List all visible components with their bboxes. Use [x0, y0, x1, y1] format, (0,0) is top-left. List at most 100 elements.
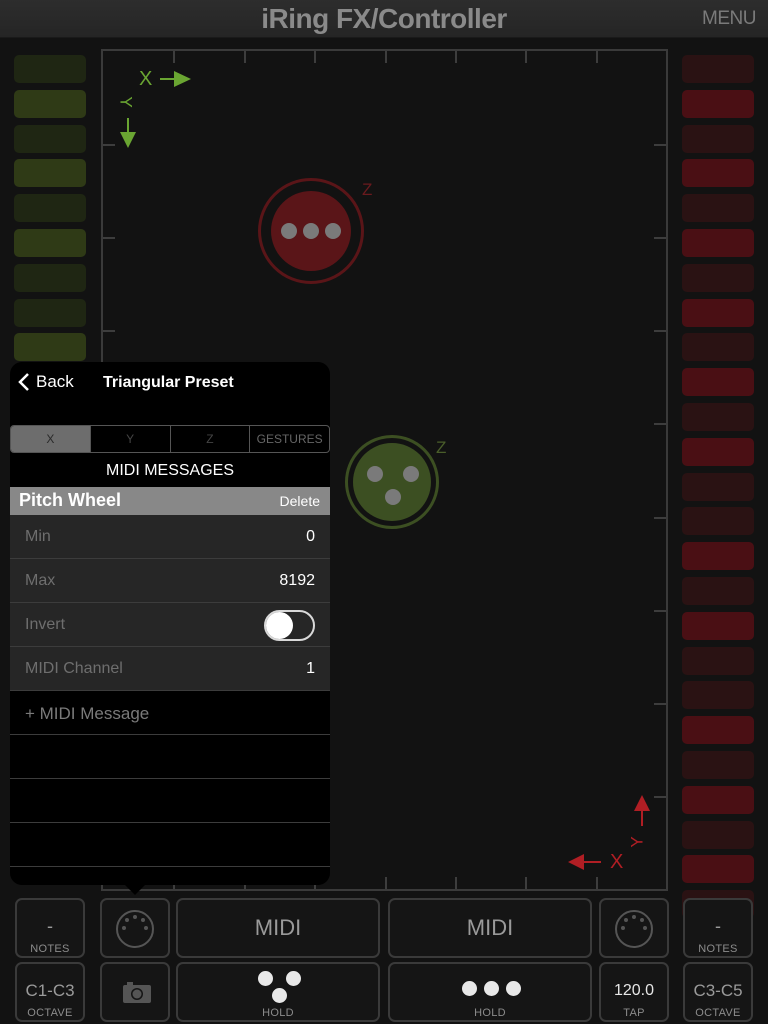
invert-toggle[interactable] [264, 610, 315, 641]
green-ring-core [353, 443, 431, 521]
right-midi-button[interactable]: MIDI [388, 898, 592, 958]
meter-segment [682, 542, 754, 571]
right-octave-button[interactable]: C3-C5 OCTAVE [683, 962, 753, 1022]
meter-segment [682, 576, 754, 605]
empty-row [10, 779, 330, 823]
meter-segment [14, 124, 86, 153]
green-y-axis-label: Y [116, 96, 136, 108]
green-x-arrow-icon [160, 71, 191, 87]
delete-button[interactable]: Delete [280, 493, 320, 509]
meter-segment [14, 194, 86, 223]
ring-dot [403, 466, 419, 482]
preset-dot [258, 971, 273, 986]
app-header: iRing FX/Controller MENU [0, 0, 768, 38]
red-touch-ring[interactable] [258, 178, 364, 284]
popover-nav-bar: Back Triangular Preset [10, 362, 330, 406]
red-ring-z-label: Z [362, 180, 373, 199]
min-row[interactable]: Min 0 [10, 515, 330, 559]
midi-channel-row[interactable]: MIDI Channel 1 [10, 647, 330, 691]
pad-grid-tick [654, 517, 666, 519]
pad-grid-tick [654, 703, 666, 705]
midi-messages-heading: MIDI MESSAGES [105, 462, 235, 479]
right-notes-button[interactable]: - NOTES [683, 898, 753, 958]
right-octave-label: OCTAVE [695, 1007, 741, 1019]
left-hold-button[interactable]: HOLD [176, 962, 380, 1022]
green-touch-ring[interactable] [345, 435, 439, 529]
preset-dot [286, 971, 301, 986]
left-level-meter [14, 55, 86, 368]
meter-segment [14, 228, 86, 257]
menu-button[interactable]: MENU [702, 8, 756, 30]
midi-din-icon [116, 910, 154, 948]
meter-segment [682, 820, 754, 849]
invert-label: Invert [25, 616, 66, 633]
left-notes-label: NOTES [30, 943, 70, 955]
back-label: Back [36, 372, 74, 391]
app-title: iRing FX/Controller [261, 3, 507, 34]
meter-segment [682, 472, 754, 501]
meter-segment [682, 507, 754, 536]
meter-segment [682, 646, 754, 675]
right-hold-label: HOLD [474, 1007, 506, 1019]
midi-channel-value[interactable]: 1 [306, 660, 315, 678]
meter-segment [14, 159, 86, 188]
popover-arrow [124, 884, 146, 895]
right-hold-button[interactable]: HOLD [388, 962, 592, 1022]
ring-dot [367, 466, 383, 482]
tempo-value: 120.0 [613, 982, 655, 999]
meter-segment [682, 333, 754, 362]
right-notes-label: NOTES [698, 943, 738, 955]
tap-label: TAP [623, 1007, 645, 1019]
red-y-axis-label: Y [627, 836, 647, 848]
right-octave-value: C3-C5 [693, 981, 743, 1000]
pad-grid-tick [654, 796, 666, 798]
pad-grid-tick [103, 144, 115, 146]
min-value[interactable]: 0 [306, 528, 315, 546]
left-octave-button[interactable]: C1-C3 OCTAVE [15, 962, 85, 1022]
empty-row [10, 735, 330, 779]
tab-x[interactable]: X [11, 426, 91, 452]
left-midi-button[interactable]: MIDI [176, 898, 380, 958]
ring-dot [385, 489, 401, 505]
meter-segment [682, 437, 754, 466]
tab-gestures[interactable]: GESTURES [250, 426, 329, 452]
pad-grid-tick [654, 237, 666, 239]
meter-segment [14, 263, 86, 292]
right-midi-port-button[interactable] [599, 898, 669, 958]
message-group-header: Pitch Wheel Delete [10, 487, 330, 515]
left-midi-label: MIDI [254, 915, 302, 940]
left-notes-button[interactable]: - NOTES [15, 898, 85, 958]
popover-title: Triangular Preset [103, 374, 234, 391]
meter-segment [682, 368, 754, 397]
ring-dot [281, 223, 297, 239]
left-midi-port-button[interactable] [100, 898, 170, 958]
pad-grid-tick [596, 877, 598, 889]
meter-segment [14, 89, 86, 118]
tap-tempo-button[interactable]: 120.0 TAP [599, 962, 669, 1022]
preset-dot [462, 981, 477, 996]
right-midi-label: MIDI [466, 915, 514, 940]
meter-segment [682, 716, 754, 745]
pad-grid-tick [244, 51, 246, 63]
pad-grid-tick [103, 237, 115, 239]
meter-segment [682, 785, 754, 814]
meter-segment [682, 263, 754, 292]
pad-grid-tick [314, 51, 316, 63]
meter-segment [682, 298, 754, 327]
max-row[interactable]: Max 8192 [10, 559, 330, 603]
right-notes-value: - [715, 916, 721, 936]
camera-button[interactable] [100, 962, 170, 1022]
tab-z[interactable]: Z [171, 426, 251, 452]
add-midi-message-row[interactable]: + MIDI Message [10, 691, 330, 735]
preset-popover: Back Triangular Preset X Y Z GESTURES MI… [10, 362, 330, 885]
toggle-knob [266, 612, 293, 639]
meter-segment [682, 89, 754, 118]
green-y-arrow-icon [120, 118, 136, 148]
back-button[interactable]: Back [18, 372, 74, 392]
left-hold-label: HOLD [262, 1007, 294, 1019]
max-value[interactable]: 8192 [279, 572, 315, 590]
red-y-arrow-icon [634, 795, 650, 826]
red-ring-core [271, 191, 351, 271]
tab-y[interactable]: Y [91, 426, 171, 452]
left-octave-value: C1-C3 [25, 981, 75, 1000]
